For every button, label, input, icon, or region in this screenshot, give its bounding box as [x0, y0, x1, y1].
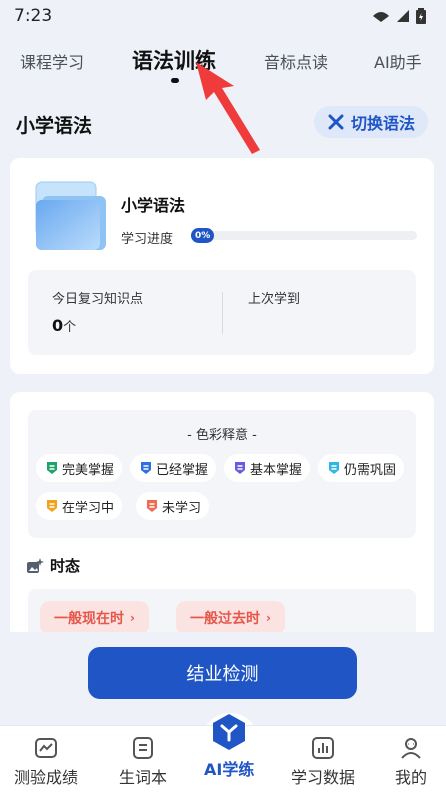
course-card[interactable]: 小学语法 学习进度 0% 今日复习知识点 0个 上次学到: [10, 158, 434, 374]
profile-icon: [401, 738, 421, 759]
shield-icon: [147, 500, 157, 512]
legend-label: 基本掌握: [250, 462, 303, 478]
nav-label: 学习数据: [291, 768, 356, 787]
nav-label: AI学练: [204, 760, 255, 779]
shield-icon: [235, 462, 245, 474]
status-bar: 7:23: [0, 0, 446, 32]
progress-label: 学习进度: [121, 232, 174, 247]
legend-title: - 色彩释意 -: [187, 428, 257, 443]
tab-ai-assistant[interactable]: AI助手: [374, 49, 422, 73]
active-tab-indicator: [171, 78, 179, 83]
review-count: 0个: [52, 316, 76, 335]
tense-section-header: 时态: [26, 555, 80, 576]
sparkle-image-icon: [27, 557, 44, 573]
tense-item-simple-past[interactable]: 一般过去时 ›: [176, 601, 285, 632]
nav-profile[interactable]: 我的: [395, 736, 427, 788]
legend-label: 在学习中: [62, 500, 115, 516]
review-count-value: 0: [52, 316, 64, 335]
review-count-unit: 个: [63, 320, 77, 335]
course-thumbnail: [35, 181, 106, 250]
status-icons: [372, 8, 426, 24]
nav-study-data[interactable]: 学习数据: [291, 736, 355, 788]
color-legend: - 色彩释意 - 完美掌握 已经掌握 基本掌握 仍需巩固 在学习中 未学习: [28, 410, 416, 538]
ai-practice-icon: [213, 714, 246, 750]
tense-list: 一般现在时 › 一般过去时 ›: [28, 589, 416, 632]
graduation-test-button[interactable]: 结业检测: [88, 647, 357, 699]
nav-wordbook[interactable]: 生词本: [119, 736, 167, 788]
shield-icon: [47, 500, 57, 512]
legend-item-learning: 在学习中: [36, 492, 123, 520]
chevron-right-icon: ›: [266, 611, 271, 625]
progress-percent: 0%: [191, 228, 215, 243]
divider: [222, 292, 223, 334]
tab-course-study[interactable]: 课程学习: [20, 49, 84, 73]
nav-label: 我的: [395, 768, 428, 787]
shield-icon: [141, 462, 151, 474]
shield-icon: [47, 462, 57, 474]
course-name: 小学语法: [121, 196, 186, 215]
status-time: 7:23: [14, 6, 53, 26]
annotation-arrow: [196, 62, 260, 154]
legend-label: 完美掌握: [62, 462, 115, 478]
legend-item-not-learned: 未学习: [136, 492, 210, 520]
nav-test-scores[interactable]: 测验成绩: [14, 736, 78, 788]
legend-item-perfect: 完美掌握: [36, 454, 123, 482]
nav-label: 测验成绩: [14, 768, 79, 787]
legend-item-needs-review: 仍需巩固: [318, 454, 405, 482]
tab-phonetics[interactable]: 音标点读: [264, 49, 328, 73]
bar-chart-icon: [312, 737, 334, 759]
progress-bar: [191, 231, 417, 240]
switch-grammar-label: 切换语法: [350, 114, 415, 133]
switch-grammar-button[interactable]: 切换语法: [314, 106, 428, 138]
last-studied-label: 上次学到: [248, 292, 301, 307]
tense-item-simple-present[interactable]: 一般现在时 ›: [40, 601, 149, 632]
legend-label: 已经掌握: [156, 462, 209, 478]
wordbook-icon: [133, 737, 153, 759]
chevron-right-icon: ›: [130, 611, 135, 625]
tense-title: 时态: [50, 557, 81, 575]
cellular-icon: [397, 10, 409, 22]
legend-label: 未学习: [162, 500, 202, 516]
tense-item-label: 一般现在时: [54, 611, 124, 627]
nav-ai-practice[interactable]: AI学练: [204, 712, 254, 780]
section-title: 小学语法: [16, 115, 93, 137]
chart-icon: [35, 738, 57, 758]
legend-item-basic: 基本掌握: [224, 454, 311, 482]
review-summary[interactable]: 今日复习知识点 0个 上次学到: [28, 270, 416, 355]
battery-icon: [416, 8, 426, 24]
bottom-nav: 测验成绩 生词本 AI学练 学习数据 我的: [0, 714, 446, 792]
legend-label: 仍需巩固: [344, 462, 397, 478]
shield-icon: [329, 462, 339, 474]
nav-label: 生词本: [119, 768, 168, 787]
legend-card: - 色彩释意 - 完美掌握 已经掌握 基本掌握 仍需巩固 在学习中 未学习 时态…: [10, 392, 434, 632]
tense-item-label: 一般过去时: [190, 611, 260, 627]
switch-icon: [328, 114, 344, 130]
review-label: 今日复习知识点: [52, 292, 144, 307]
legend-item-mastered: 已经掌握: [130, 454, 217, 482]
signal-icon: [373, 12, 389, 22]
